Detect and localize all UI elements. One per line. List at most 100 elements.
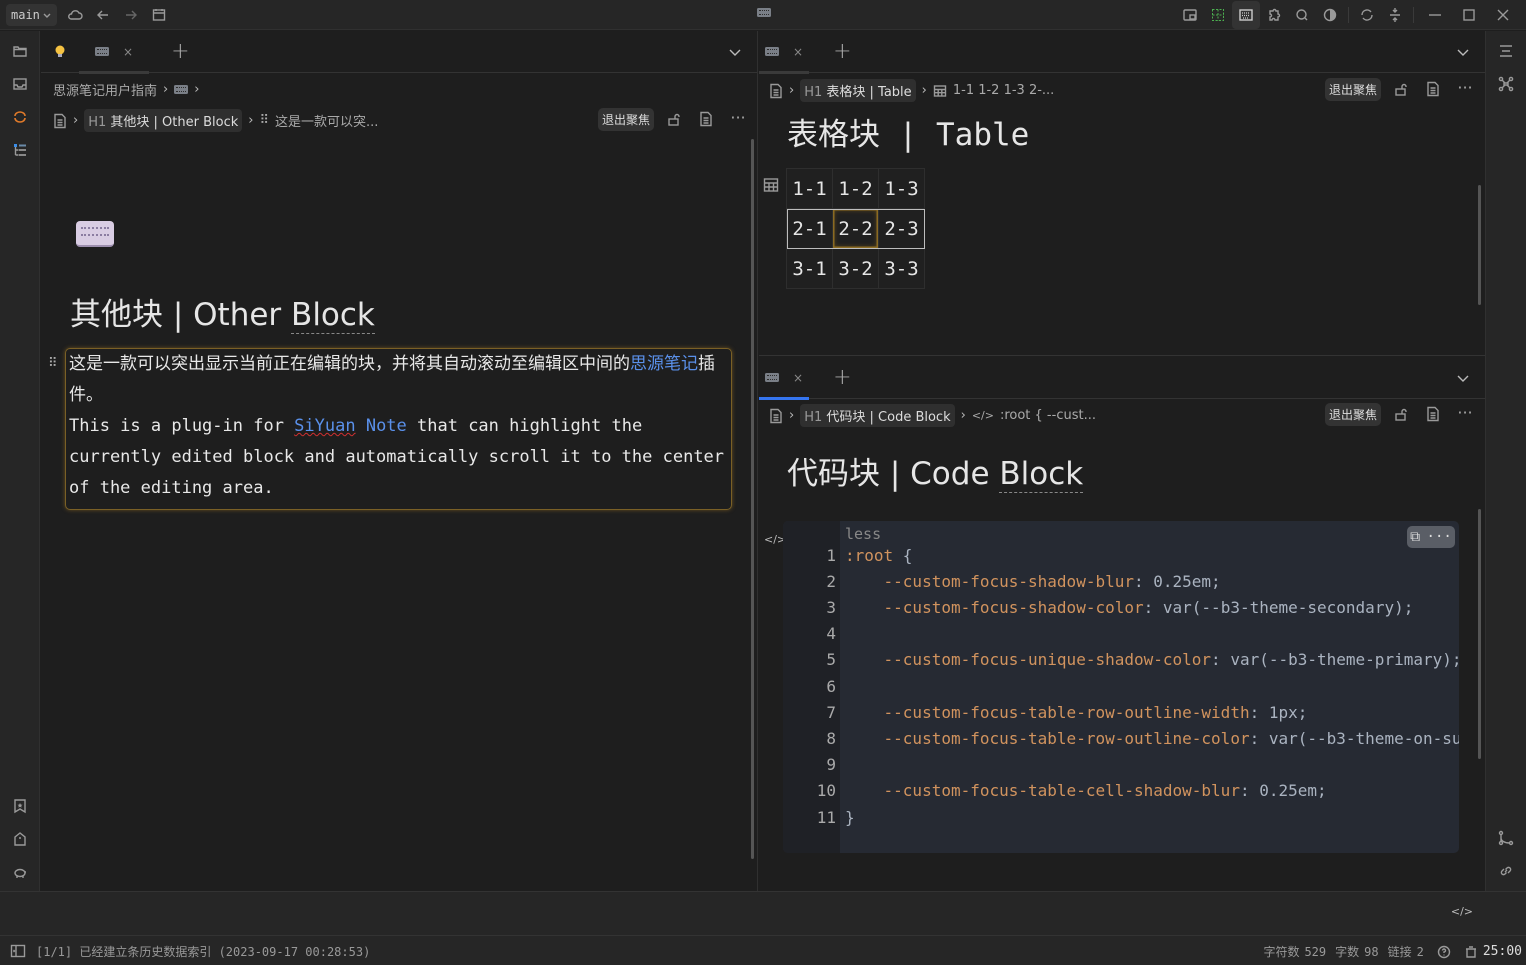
exit-focus-button[interactable]: 退出聚焦 (1325, 403, 1382, 426)
chevron-down-icon[interactable] (1455, 370, 1471, 386)
keyboard-mode-button[interactable] (1232, 1, 1260, 29)
grid-plugin-button[interactable] (1204, 1, 1232, 29)
chevron-down-icon[interactable] (727, 44, 743, 60)
table-cell[interactable]: 2-3 (878, 208, 925, 249)
readonly-toggle-button[interactable] (664, 109, 684, 129)
add-tab-button[interactable]: + (171, 39, 189, 64)
cloud-icon (67, 9, 83, 20)
table-cell[interactable]: 3-2 (832, 248, 879, 289)
scrollbar[interactable] (1478, 509, 1481, 759)
piggy-bank-button[interactable] (10, 862, 30, 882)
breadcrumb-block[interactable]: 这是一款可以突... (275, 111, 378, 130)
document-title[interactable]: 表格块 | Table (787, 109, 1029, 154)
chevron-right-icon: › (789, 408, 795, 423)
document-title[interactable]: 其他块 | Other Block (70, 289, 375, 334)
tab-pinned[interactable] (41, 31, 79, 73)
table-cell[interactable]: 3-3 (878, 248, 925, 289)
search-button[interactable] (1288, 1, 1316, 29)
readonly-toggle-button[interactable] (1391, 404, 1411, 424)
pomodoro-icon[interactable] (1464, 945, 1478, 959)
pomodoro-timer[interactable]: 25:00 (1483, 944, 1522, 959)
copy-icon[interactable]: ⧉ (1410, 529, 1420, 545)
daily-note-button[interactable] (145, 1, 173, 29)
split-button[interactable] (1381, 1, 1409, 29)
file-tree-button[interactable] (10, 41, 30, 61)
document-icon[interactable] (769, 83, 783, 99)
tab-keyboard-doc[interactable]: × (759, 357, 810, 400)
breadcrumb-block[interactable]: 1-1 1-2 1-3 2-... (953, 83, 1054, 98)
breadcrumb-heading[interactable]: H1 代码块 | Code Block (800, 404, 955, 427)
sync-button[interactable] (1353, 1, 1381, 29)
add-tab-button[interactable]: + (833, 365, 851, 390)
table-cell[interactable]: 3-1 (786, 248, 833, 289)
focused-code-block[interactable]: less ⧉ ··· 1:root {2 --custom-focus-shad… (783, 521, 1459, 853)
table-cell[interactable]: 1-1 (786, 168, 833, 209)
breadcrumb-block[interactable]: :root { --cust... (1000, 408, 1096, 423)
link-button[interactable] (1496, 861, 1516, 881)
table-cell[interactable]: 1-3 (878, 168, 925, 209)
outline-button[interactable] (10, 140, 30, 160)
dock-toggle-icon[interactable] (10, 944, 26, 958)
scrollbar[interactable] (751, 139, 754, 859)
line-number: 6 (826, 676, 836, 696)
exit-focus-button[interactable]: 退出聚焦 (1325, 78, 1382, 101)
inbox-button[interactable] (10, 74, 30, 94)
exit-focus-button[interactable]: 退出聚焦 (598, 108, 655, 131)
minimize-button[interactable] (1418, 1, 1452, 29)
document-title[interactable]: 代码块 | Code Block (787, 448, 1084, 493)
tab-keyboard-doc[interactable]: × (79, 31, 150, 74)
document-icon-emoji[interactable] (76, 221, 114, 247)
close-window-button[interactable] (1486, 1, 1520, 29)
table-cell[interactable]: 2-1 (786, 208, 833, 249)
help-icon[interactable] (1437, 945, 1451, 959)
backlink-button[interactable] (1496, 828, 1516, 848)
outline-panel-button[interactable] (1496, 41, 1516, 61)
line-number: 10 (816, 781, 836, 801)
readonly-toggle-button[interactable] (1391, 79, 1411, 99)
focused-paragraph-block[interactable]: 这是一款可以突出显示当前正在编辑的块，并将其自动滚动至编辑区中间的思源笔记插件。… (65, 348, 732, 510)
code-property: --custom-focus-table-row-outline-color (845, 728, 1250, 748)
bookmark-button[interactable] (10, 796, 30, 816)
tag-button[interactable] (10, 829, 30, 849)
graph-button[interactable] (1496, 74, 1516, 94)
doc-info-button[interactable] (1423, 79, 1443, 99)
sync-plugin-button[interactable] (10, 107, 30, 127)
keyboard-icon[interactable] (174, 85, 189, 94)
table-cell[interactable]: 1-2 (832, 168, 879, 209)
breadcrumb-heading[interactable]: H1 表格块 | Table (800, 79, 916, 102)
table-icon[interactable] (763, 177, 779, 193)
chevron-down-icon[interactable] (1455, 44, 1471, 60)
siyuan-link[interactable]: 思源笔记 (630, 354, 698, 374)
theme-mode-button[interactable] (1316, 1, 1344, 29)
plugin-button[interactable] (1260, 1, 1288, 29)
cloud-sync-button[interactable] (61, 1, 89, 29)
notebook-name[interactable]: 思源笔记用户指南 (53, 80, 157, 99)
siyuan-note-link-tail[interactable]: Note (356, 416, 407, 436)
more-button[interactable]: ··· (728, 107, 748, 127)
back-button[interactable] (89, 1, 117, 29)
tab-keyboard-doc[interactable]: × (759, 31, 810, 74)
close-tab-button[interactable]: × (793, 45, 803, 59)
pip-button[interactable] (1176, 1, 1204, 29)
table-cell-focused[interactable]: 2-2 (832, 208, 879, 249)
document-icon[interactable] (769, 408, 783, 424)
more-button[interactable]: ··· (1455, 402, 1475, 422)
close-tab-button[interactable]: × (793, 371, 803, 385)
maximize-button[interactable] (1452, 1, 1486, 29)
picture-in-picture-icon (1183, 9, 1197, 21)
drag-handle-icon[interactable]: ⠿ (48, 356, 58, 371)
forward-button[interactable] (117, 1, 145, 29)
more-icon[interactable]: ··· (1427, 529, 1452, 545)
code-language-label[interactable]: less (845, 525, 881, 543)
workspace-branch-selector[interactable]: main (6, 3, 57, 26)
document-icon[interactable] (53, 113, 67, 129)
close-tab-button[interactable]: × (123, 45, 133, 59)
scrollbar[interactable] (1478, 185, 1481, 305)
siyuan-note-link[interactable]: SiYuan (294, 416, 355, 436)
doc-info-button[interactable] (1423, 404, 1443, 424)
more-button[interactable]: ··· (1455, 77, 1475, 97)
code-snippet-icon[interactable]: </> (1451, 905, 1473, 918)
doc-info-button[interactable] (696, 109, 716, 129)
breadcrumb-heading[interactable]: H1 其他块 | Other Block (84, 109, 243, 132)
add-tab-button[interactable]: + (833, 39, 851, 64)
